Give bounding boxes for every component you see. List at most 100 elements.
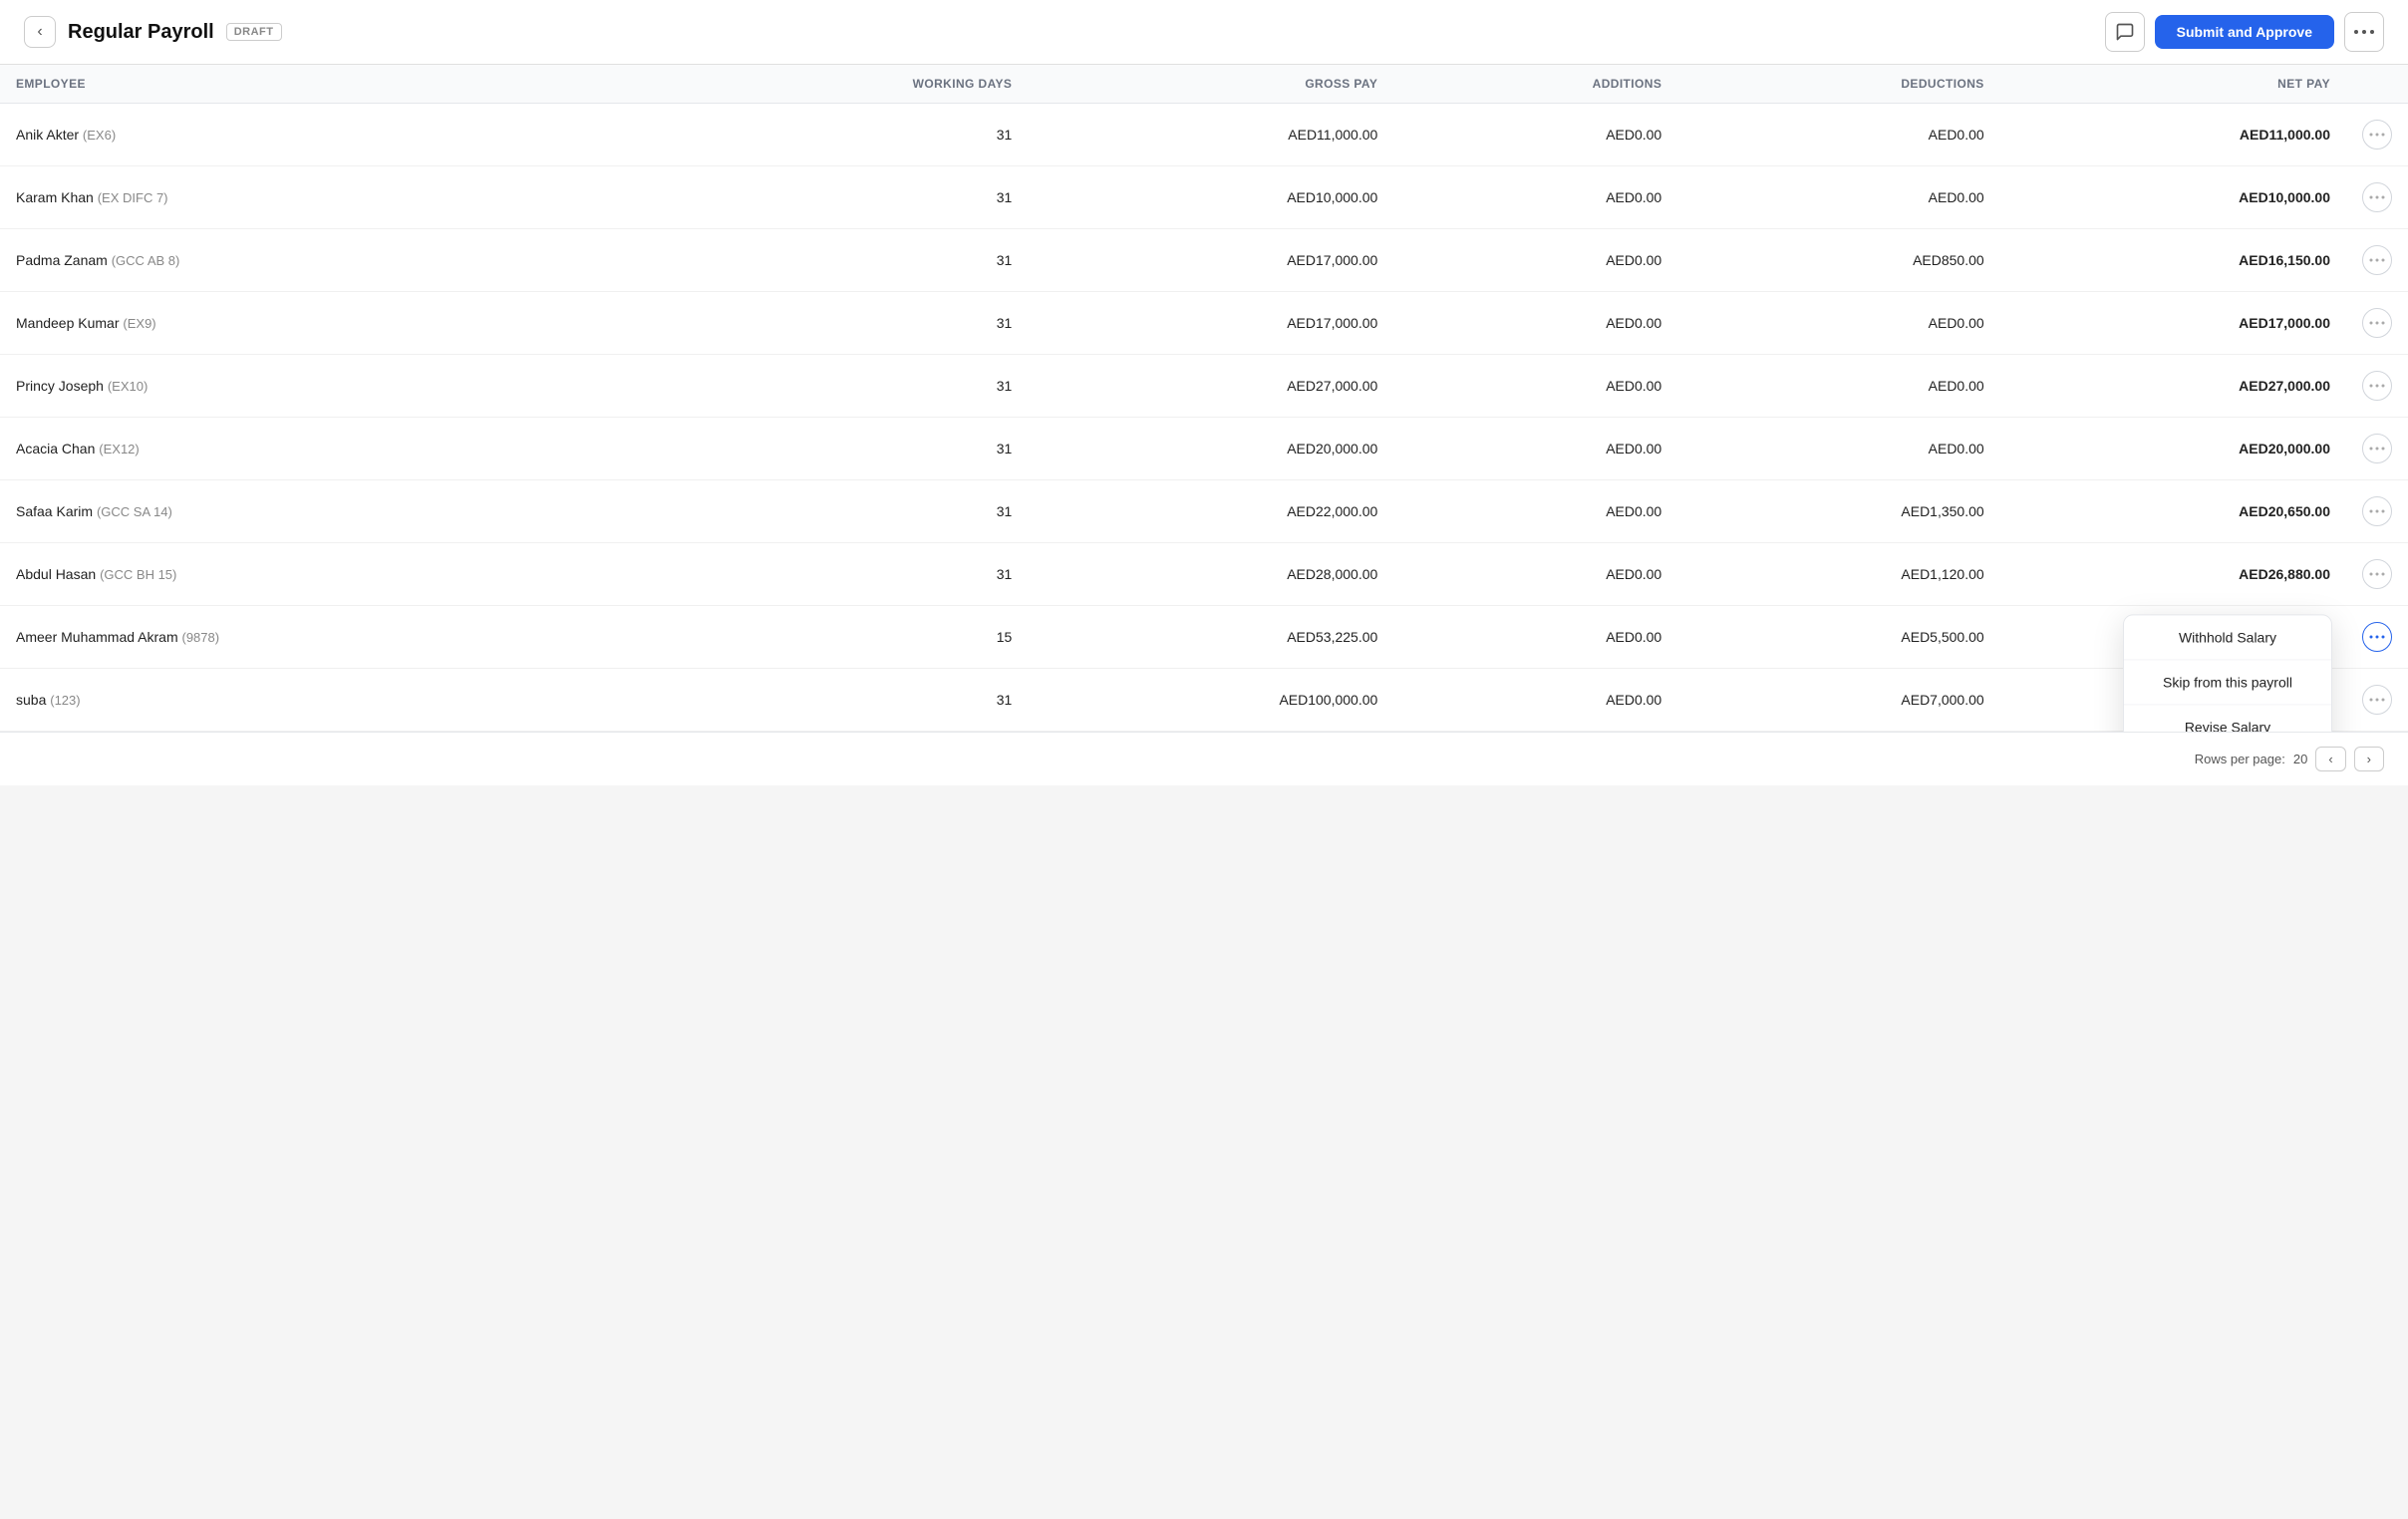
next-page-button[interactable]: › <box>2354 747 2384 771</box>
payroll-table-container: Employee Working Days Gross Pay Addition… <box>0 65 2408 732</box>
deductions-cell: AED0.00 <box>1677 355 1999 418</box>
additions-cell: AED0.00 <box>1393 606 1677 669</box>
action-cell <box>2346 480 2408 543</box>
employee-name-cell: Karam Khan (EX DIFC 7) <box>0 166 660 229</box>
net-pay-cell: AED11,000.00 <box>2000 104 2346 166</box>
draft-badge: DRAFT <box>226 23 282 41</box>
action-cell <box>2346 669 2408 732</box>
action-cell <box>2346 543 2408 606</box>
gross-pay-cell: AED27,000.00 <box>1028 355 1393 418</box>
additions-cell: AED0.00 <box>1393 480 1677 543</box>
action-cell: Withhold SalarySkip from this payrollRev… <box>2346 606 2408 669</box>
additions-cell: AED0.00 <box>1393 543 1677 606</box>
gross-pay-cell: AED17,000.00 <box>1028 292 1393 355</box>
more-options-button[interactable] <box>2344 12 2384 52</box>
page-header: ‹ Regular Payroll DRAFT Submit and Appro… <box>0 0 2408 65</box>
page-size-value: 20 <box>2293 752 2307 766</box>
row-action-button[interactable] <box>2362 308 2392 338</box>
action-dropdown-menu: Withhold SalarySkip from this payrollRev… <box>2123 614 2332 732</box>
deductions-cell: AED1,120.00 <box>1677 543 1999 606</box>
additions-cell: AED0.00 <box>1393 418 1677 480</box>
chat-button[interactable] <box>2105 12 2145 52</box>
deductions-cell: AED0.00 <box>1677 292 1999 355</box>
gross-pay-cell: AED28,000.00 <box>1028 543 1393 606</box>
row-action-button[interactable] <box>2362 496 2392 526</box>
additions-cell: AED0.00 <box>1393 166 1677 229</box>
working-days-cell: 31 <box>660 166 1028 229</box>
dropdown-item[interactable]: Skip from this payroll <box>2124 660 2331 705</box>
additions-cell: AED0.00 <box>1393 292 1677 355</box>
employee-name-cell: Safaa Karim (GCC SA 14) <box>0 480 660 543</box>
employee-name-cell: Padma Zanam (GCC AB 8) <box>0 229 660 292</box>
table-row: suba (123) 31 AED100,000.00 AED0.00 AED7… <box>0 669 2408 732</box>
row-action-button[interactable] <box>2362 120 2392 150</box>
gross-pay-cell: AED20,000.00 <box>1028 418 1393 480</box>
action-cell <box>2346 355 2408 418</box>
dropdown-item[interactable]: Withhold Salary <box>2124 615 2331 660</box>
working-days-cell: 31 <box>660 480 1028 543</box>
row-action-button[interactable] <box>2362 434 2392 463</box>
col-actions <box>2346 65 2408 104</box>
row-action-button[interactable] <box>2362 371 2392 401</box>
additions-cell: AED0.00 <box>1393 104 1677 166</box>
gross-pay-cell: AED11,000.00 <box>1028 104 1393 166</box>
gross-pay-cell: AED100,000.00 <box>1028 669 1393 732</box>
employee-name-cell: Acacia Chan (EX12) <box>0 418 660 480</box>
additions-cell: AED0.00 <box>1393 229 1677 292</box>
working-days-cell: 31 <box>660 418 1028 480</box>
table-row: Abdul Hasan (GCC BH 15) 31 AED28,000.00 … <box>0 543 2408 606</box>
row-action-button[interactable] <box>2362 245 2392 275</box>
net-pay-cell: AED26,880.00 <box>2000 543 2346 606</box>
col-gross-pay: Gross Pay <box>1028 65 1393 104</box>
deductions-cell: AED5,500.00 <box>1677 606 1999 669</box>
deductions-cell: AED7,000.00 <box>1677 669 1999 732</box>
row-action-button[interactable] <box>2362 559 2392 589</box>
header-actions: Submit and Approve <box>2105 12 2384 52</box>
gross-pay-cell: AED17,000.00 <box>1028 229 1393 292</box>
page-title: Regular Payroll <box>68 21 214 44</box>
action-cell <box>2346 104 2408 166</box>
col-additions: Additions <box>1393 65 1677 104</box>
dropdown-item[interactable]: Revise Salary <box>2124 705 2331 732</box>
net-pay-cell: AED20,000.00 <box>2000 418 2346 480</box>
net-pay-cell: AED27,000.00 <box>2000 355 2346 418</box>
employee-name-cell: Ameer Muhammad Akram (9878) <box>0 606 660 669</box>
table-row: Padma Zanam (GCC AB 8) 31 AED17,000.00 A… <box>0 229 2408 292</box>
action-cell <box>2346 418 2408 480</box>
deductions-cell: AED0.00 <box>1677 418 1999 480</box>
working-days-cell: 31 <box>660 543 1028 606</box>
working-days-cell: 31 <box>660 669 1028 732</box>
col-net-pay: Net Pay <box>2000 65 2346 104</box>
pagination-row: Rows per page: 20 ‹ › <box>0 732 2408 785</box>
back-button[interactable]: ‹ <box>24 16 56 48</box>
working-days-cell: 31 <box>660 292 1028 355</box>
gross-pay-cell: AED22,000.00 <box>1028 480 1393 543</box>
working-days-cell: 31 <box>660 229 1028 292</box>
prev-page-button[interactable]: ‹ <box>2315 747 2345 771</box>
row-action-button[interactable] <box>2362 622 2392 652</box>
deductions-cell: AED850.00 <box>1677 229 1999 292</box>
row-action-button[interactable] <box>2362 182 2392 212</box>
net-pay-cell: AED17,000.00 <box>2000 292 2346 355</box>
employee-name-cell: Princy Joseph (EX10) <box>0 355 660 418</box>
table-row: Ameer Muhammad Akram (9878) 15 AED53,225… <box>0 606 2408 669</box>
employee-name-cell: suba (123) <box>0 669 660 732</box>
col-working-days: Working Days <box>660 65 1028 104</box>
deductions-cell: AED0.00 <box>1677 166 1999 229</box>
gross-pay-cell: AED10,000.00 <box>1028 166 1393 229</box>
row-action-button[interactable] <box>2362 685 2392 715</box>
gross-pay-cell: AED53,225.00 <box>1028 606 1393 669</box>
table-row: Anik Akter (EX6) 31 AED11,000.00 AED0.00… <box>0 104 2408 166</box>
employee-name-cell: Anik Akter (EX6) <box>0 104 660 166</box>
deductions-cell: AED1,350.00 <box>1677 480 1999 543</box>
working-days-cell: 31 <box>660 104 1028 166</box>
net-pay-cell: AED16,150.00 <box>2000 229 2346 292</box>
table-row: Mandeep Kumar (EX9) 31 AED17,000.00 AED0… <box>0 292 2408 355</box>
table-row: Acacia Chan (EX12) 31 AED20,000.00 AED0.… <box>0 418 2408 480</box>
col-employee: Employee <box>0 65 660 104</box>
submit-approve-button[interactable]: Submit and Approve <box>2155 15 2334 49</box>
net-pay-cell: AED10,000.00 <box>2000 166 2346 229</box>
employee-name-cell: Mandeep Kumar (EX9) <box>0 292 660 355</box>
additions-cell: AED0.00 <box>1393 355 1677 418</box>
deductions-cell: AED0.00 <box>1677 104 1999 166</box>
